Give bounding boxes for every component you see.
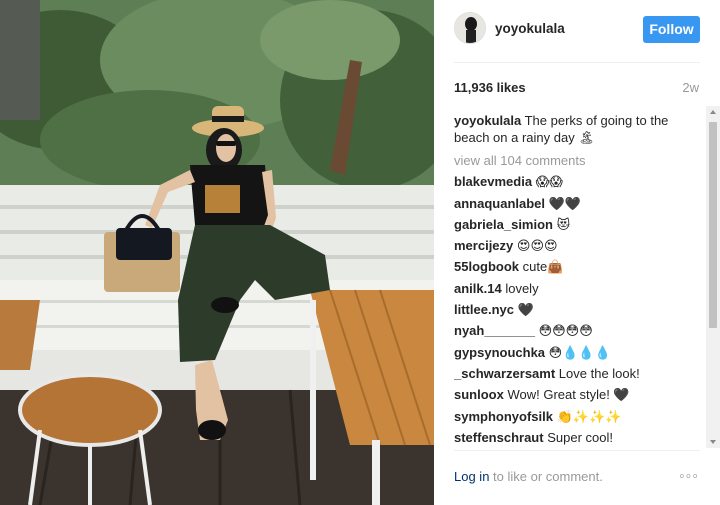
- header-divider: [454, 62, 700, 63]
- caption-username[interactable]: yoyokulala: [454, 113, 521, 128]
- scroll-thumb[interactable]: [709, 122, 717, 328]
- comments-scrollbar[interactable]: [706, 106, 720, 448]
- follow-button[interactable]: Follow: [643, 16, 700, 43]
- comment-text: cute👜: [522, 259, 564, 275]
- comment-item: anilk.14 lovely: [454, 278, 714, 299]
- comment-item: symphonyofsilk 👏✨✨✨: [454, 406, 714, 427]
- comment-item: steffenschraut Super cool!: [454, 427, 714, 448]
- comment-item: 55logbook cute👜: [454, 256, 714, 277]
- comment-username[interactable]: nyah_______: [454, 323, 535, 338]
- comment-username[interactable]: blakevmedia: [454, 174, 532, 189]
- comment-item: littlee.nyc 🖤: [454, 299, 714, 320]
- comment-text: 😍😍😍: [516, 238, 558, 254]
- login-prompt-text: to like or comment.: [489, 469, 603, 484]
- login-link[interactable]: Log in: [454, 469, 489, 484]
- comment-text: 👏✨✨✨: [556, 408, 622, 424]
- comment-text: Love the look!: [558, 365, 640, 381]
- comments-list: yoyokulala The perks of going to the bea…: [454, 112, 714, 448]
- comment-username[interactable]: steffenschraut: [454, 430, 544, 445]
- comment-username[interactable]: littlee.nyc: [454, 302, 514, 317]
- post-timestamp[interactable]: 2w: [682, 80, 699, 95]
- comment-text: 😱😱: [535, 174, 563, 190]
- comment-username[interactable]: anilk.14: [454, 281, 502, 296]
- comment-username[interactable]: sunloox: [454, 387, 504, 402]
- caption: yoyokulala The perks of going to the bea…: [454, 112, 694, 146]
- comment-username[interactable]: annaquanlabel: [454, 196, 545, 211]
- comment-item: _schwarzersamt Love the look!: [454, 363, 714, 384]
- avatar[interactable]: [454, 12, 486, 44]
- more-horizontal-icon[interactable]: ◦◦◦: [679, 468, 699, 486]
- post-photo-illustration: [0, 0, 434, 505]
- scroll-down-icon[interactable]: [710, 440, 716, 444]
- scroll-up-icon[interactable]: [710, 110, 716, 114]
- comment-item: mercijezy 😍😍😍: [454, 235, 714, 256]
- post-header: yoyokulala Follow: [434, 0, 720, 62]
- comment-text: lovely: [505, 280, 539, 296]
- post-photo[interactable]: [0, 0, 434, 505]
- post-details-panel: yoyokulala Follow 11,936 likes 2w yoyoku…: [434, 0, 720, 505]
- view-all-comments-link[interactable]: view all 104 comments: [454, 150, 714, 171]
- comment-text: 🖤: [517, 302, 534, 318]
- comment-text: 😳😳😳😳: [538, 323, 593, 339]
- comment-text: Super cool!: [547, 429, 613, 445]
- comment-username[interactable]: gabriela_simion: [454, 217, 553, 232]
- comment-username[interactable]: _schwarzersamt: [454, 366, 555, 381]
- comment-username[interactable]: gypsynouchka: [454, 345, 545, 360]
- comment-text: 🖤🖤: [548, 195, 582, 211]
- comment-text: 😳💧💧💧: [548, 344, 611, 360]
- comment-text: 😻: [556, 216, 571, 232]
- comment-username[interactable]: mercijezy: [454, 238, 513, 253]
- footer-divider: [454, 450, 700, 451]
- comment-item: gabriela_simion 😻: [454, 214, 714, 235]
- comment-username[interactable]: symphonyofsilk: [454, 409, 553, 424]
- comment-item: annaquanlabel 🖤🖤: [454, 193, 714, 214]
- comment-username[interactable]: 55logbook: [454, 259, 519, 274]
- likes-count[interactable]: 11,936 likes: [454, 80, 526, 95]
- comment-item: gypsynouchka 😳💧💧💧: [454, 342, 714, 363]
- comment-item: nyah_______ 😳😳😳😳: [454, 320, 714, 341]
- post-username[interactable]: yoyokulala: [495, 21, 565, 36]
- comment-text: Wow! Great style! 🖤: [507, 387, 630, 403]
- avatar-image: [455, 13, 485, 43]
- comment-item: blakevmedia 😱😱: [454, 171, 714, 192]
- login-prompt: Log in to like or comment.: [454, 469, 603, 484]
- comment-item: sunloox Wow! Great style! 🖤: [454, 384, 714, 405]
